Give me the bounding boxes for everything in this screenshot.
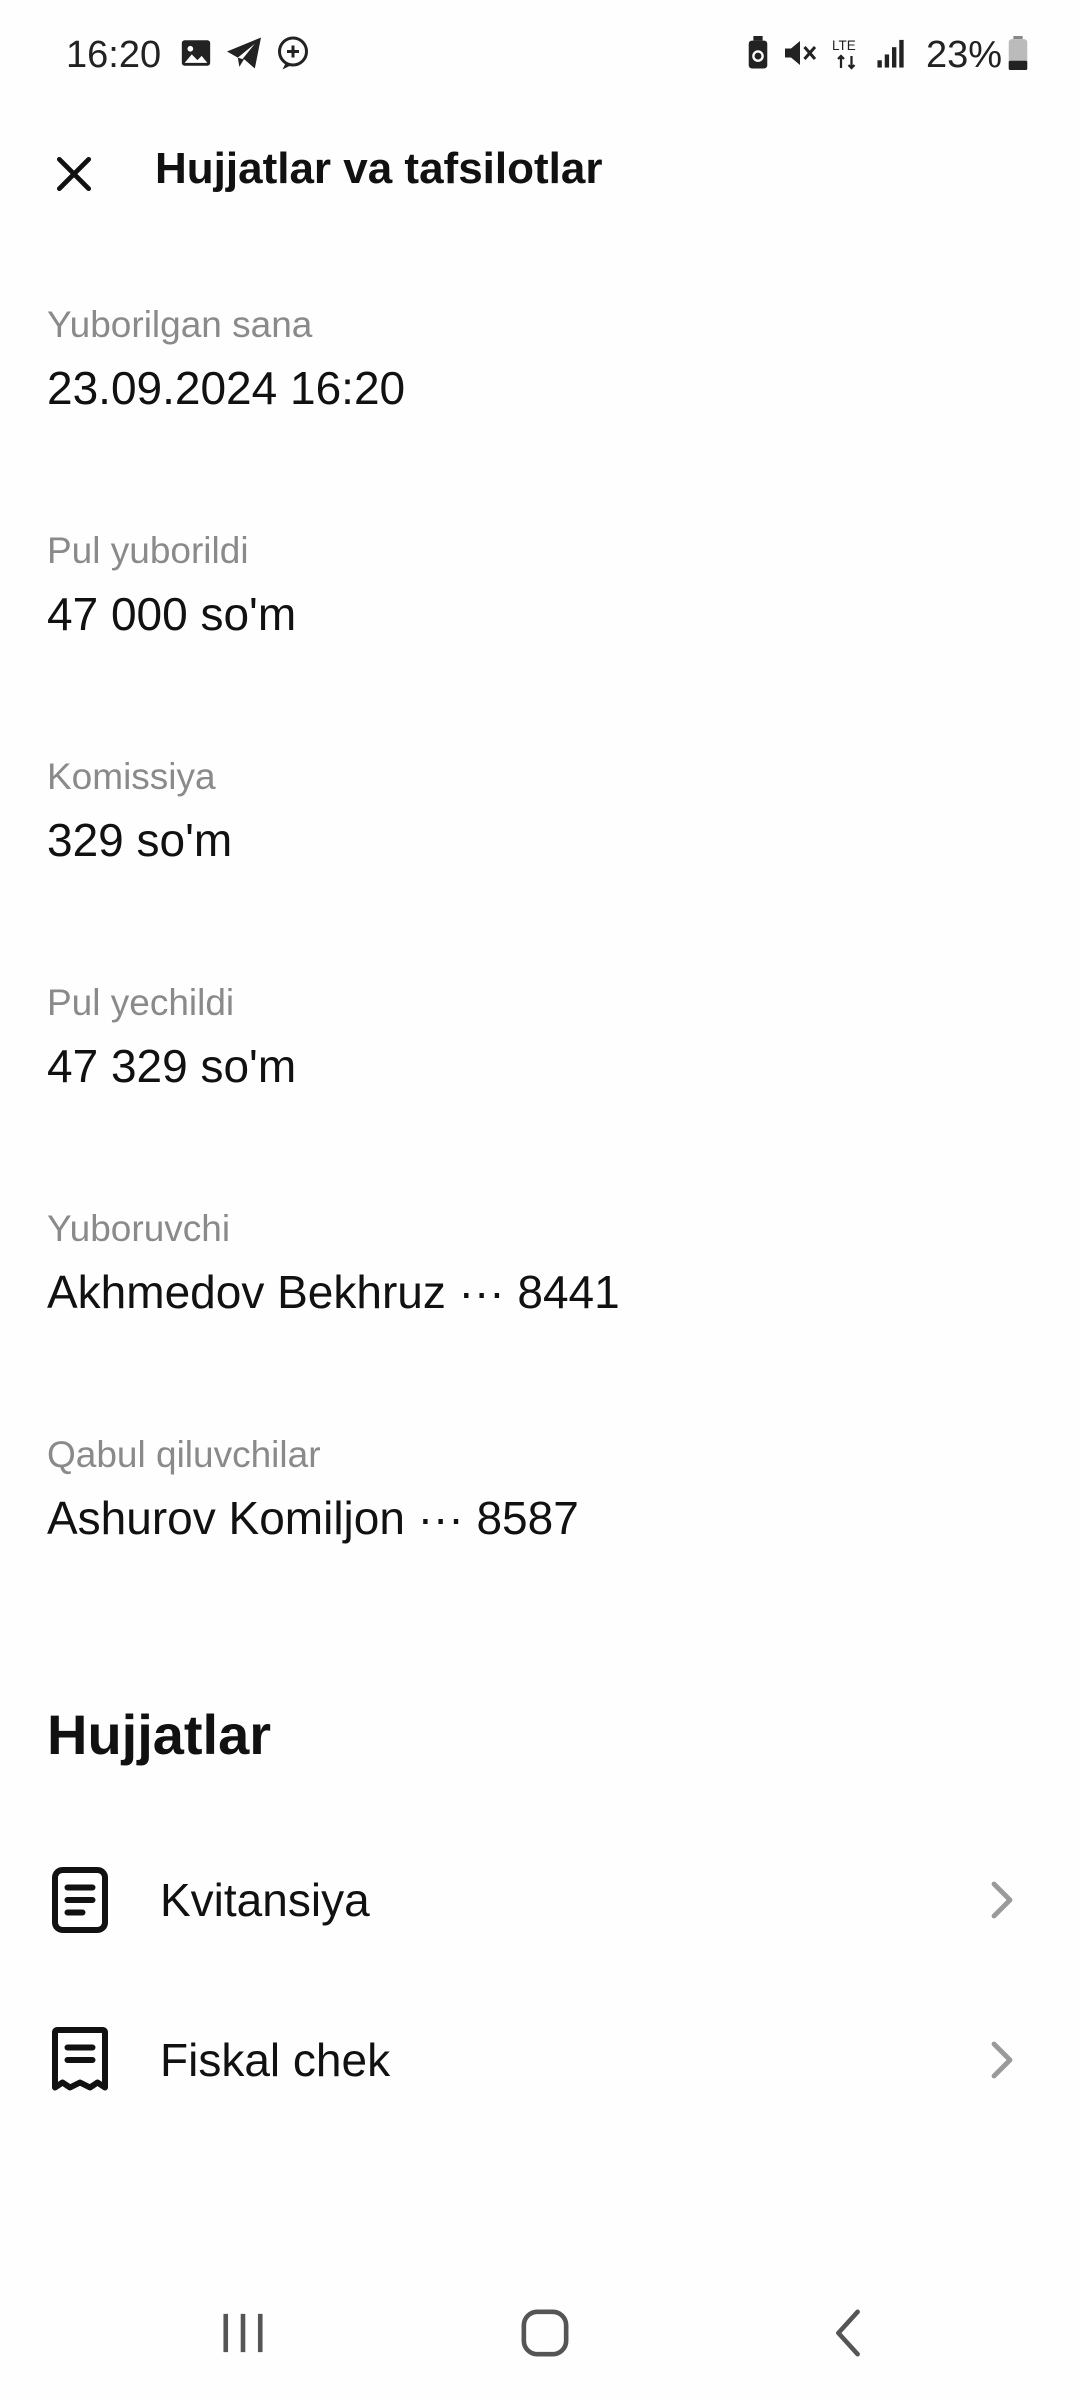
gallery-icon bbox=[179, 36, 213, 75]
detail-commission: Komissiya 329 so'm bbox=[47, 752, 1037, 978]
detail-value: 23.09.2024 16:20 bbox=[47, 362, 406, 414]
recent-apps-button[interactable] bbox=[203, 2305, 283, 2365]
battery-icon bbox=[1008, 35, 1028, 75]
detail-value: 47 000 so'm bbox=[47, 588, 297, 640]
page-title: Hujjatlar va tafsilotlar bbox=[155, 144, 603, 193]
status-left: 16:20 bbox=[66, 34, 323, 77]
detail-amount-sent: Pul yuborildi 47 000 so'm bbox=[47, 526, 1037, 752]
details-list: Yuborilgan sana 23.09.2024 16:20 Pul yub… bbox=[47, 300, 1037, 1656]
home-button[interactable] bbox=[505, 2305, 585, 2365]
close-icon bbox=[52, 152, 96, 201]
doc-item-fiscal-check[interactable]: Fiskal chek bbox=[0, 1985, 1080, 2135]
signal-icon bbox=[876, 37, 908, 74]
detail-amount-debited: Pul yechildi 47 329 so'm bbox=[47, 978, 1037, 1204]
lte-icon: LTE bbox=[830, 35, 864, 76]
status-right: LTE 23% bbox=[746, 34, 1028, 77]
chat-add-icon bbox=[275, 35, 311, 76]
chevron-right-icon bbox=[988, 2040, 1016, 2080]
battery-percent: 23% bbox=[925, 33, 1002, 76]
navigation-bar bbox=[0, 2280, 1080, 2390]
telegram-icon bbox=[225, 36, 263, 75]
battery-saver-icon bbox=[746, 35, 770, 75]
detail-value: 329 so'm bbox=[47, 814, 233, 866]
receipt-icon bbox=[50, 2025, 110, 2095]
doc-item-label: Kvitansiya bbox=[160, 1874, 370, 1926]
detail-label: Yuboruvchi bbox=[47, 1208, 231, 1249]
close-button[interactable] bbox=[44, 146, 104, 206]
detail-value: 47 329 so'm bbox=[47, 1040, 297, 1092]
documents-title: Hujjatlar bbox=[47, 1703, 272, 1766]
detail-label: Pul yuborildi bbox=[47, 530, 249, 571]
detail-label: Qabul qiluvchilar bbox=[47, 1434, 321, 1475]
detail-label: Yuborilgan sana bbox=[47, 304, 313, 345]
doc-item-receipt[interactable]: Kvitansiya bbox=[0, 1825, 1080, 1975]
detail-value: Akhmedov Bekhruz ··· 8441 bbox=[47, 1266, 620, 1318]
home-icon bbox=[520, 2308, 570, 2363]
detail-sent-date: Yuborilgan sana 23.09.2024 16:20 bbox=[47, 300, 1037, 526]
detail-recipients: Qabul qiluvchilar Ashurov Komiljon ··· 8… bbox=[47, 1430, 1037, 1656]
lte-text: LTE bbox=[832, 38, 856, 53]
back-button[interactable] bbox=[808, 2305, 888, 2365]
mute-icon bbox=[782, 36, 818, 75]
detail-value: Ashurov Komiljon ··· 8587 bbox=[47, 1492, 579, 1544]
document-icon bbox=[50, 1865, 110, 1935]
back-icon bbox=[831, 2308, 865, 2363]
header: Hujjatlar va tafsilotlar bbox=[0, 120, 1080, 220]
chevron-right-icon bbox=[988, 1880, 1016, 1920]
status-time: 16:20 bbox=[66, 33, 162, 76]
detail-sender: Yuboruvchi Akhmedov Bekhruz ··· 8441 bbox=[47, 1204, 1037, 1430]
recent-apps-icon bbox=[218, 2310, 268, 2361]
detail-label: Komissiya bbox=[47, 756, 216, 797]
detail-label: Pul yechildi bbox=[47, 982, 235, 1023]
screen: 16:20 LTE 23% Hujjatlar va tafsilotlar Y… bbox=[0, 0, 1080, 2400]
doc-item-label: Fiskal chek bbox=[160, 2034, 391, 2086]
status-bar: 16:20 LTE 23% bbox=[0, 0, 1080, 110]
